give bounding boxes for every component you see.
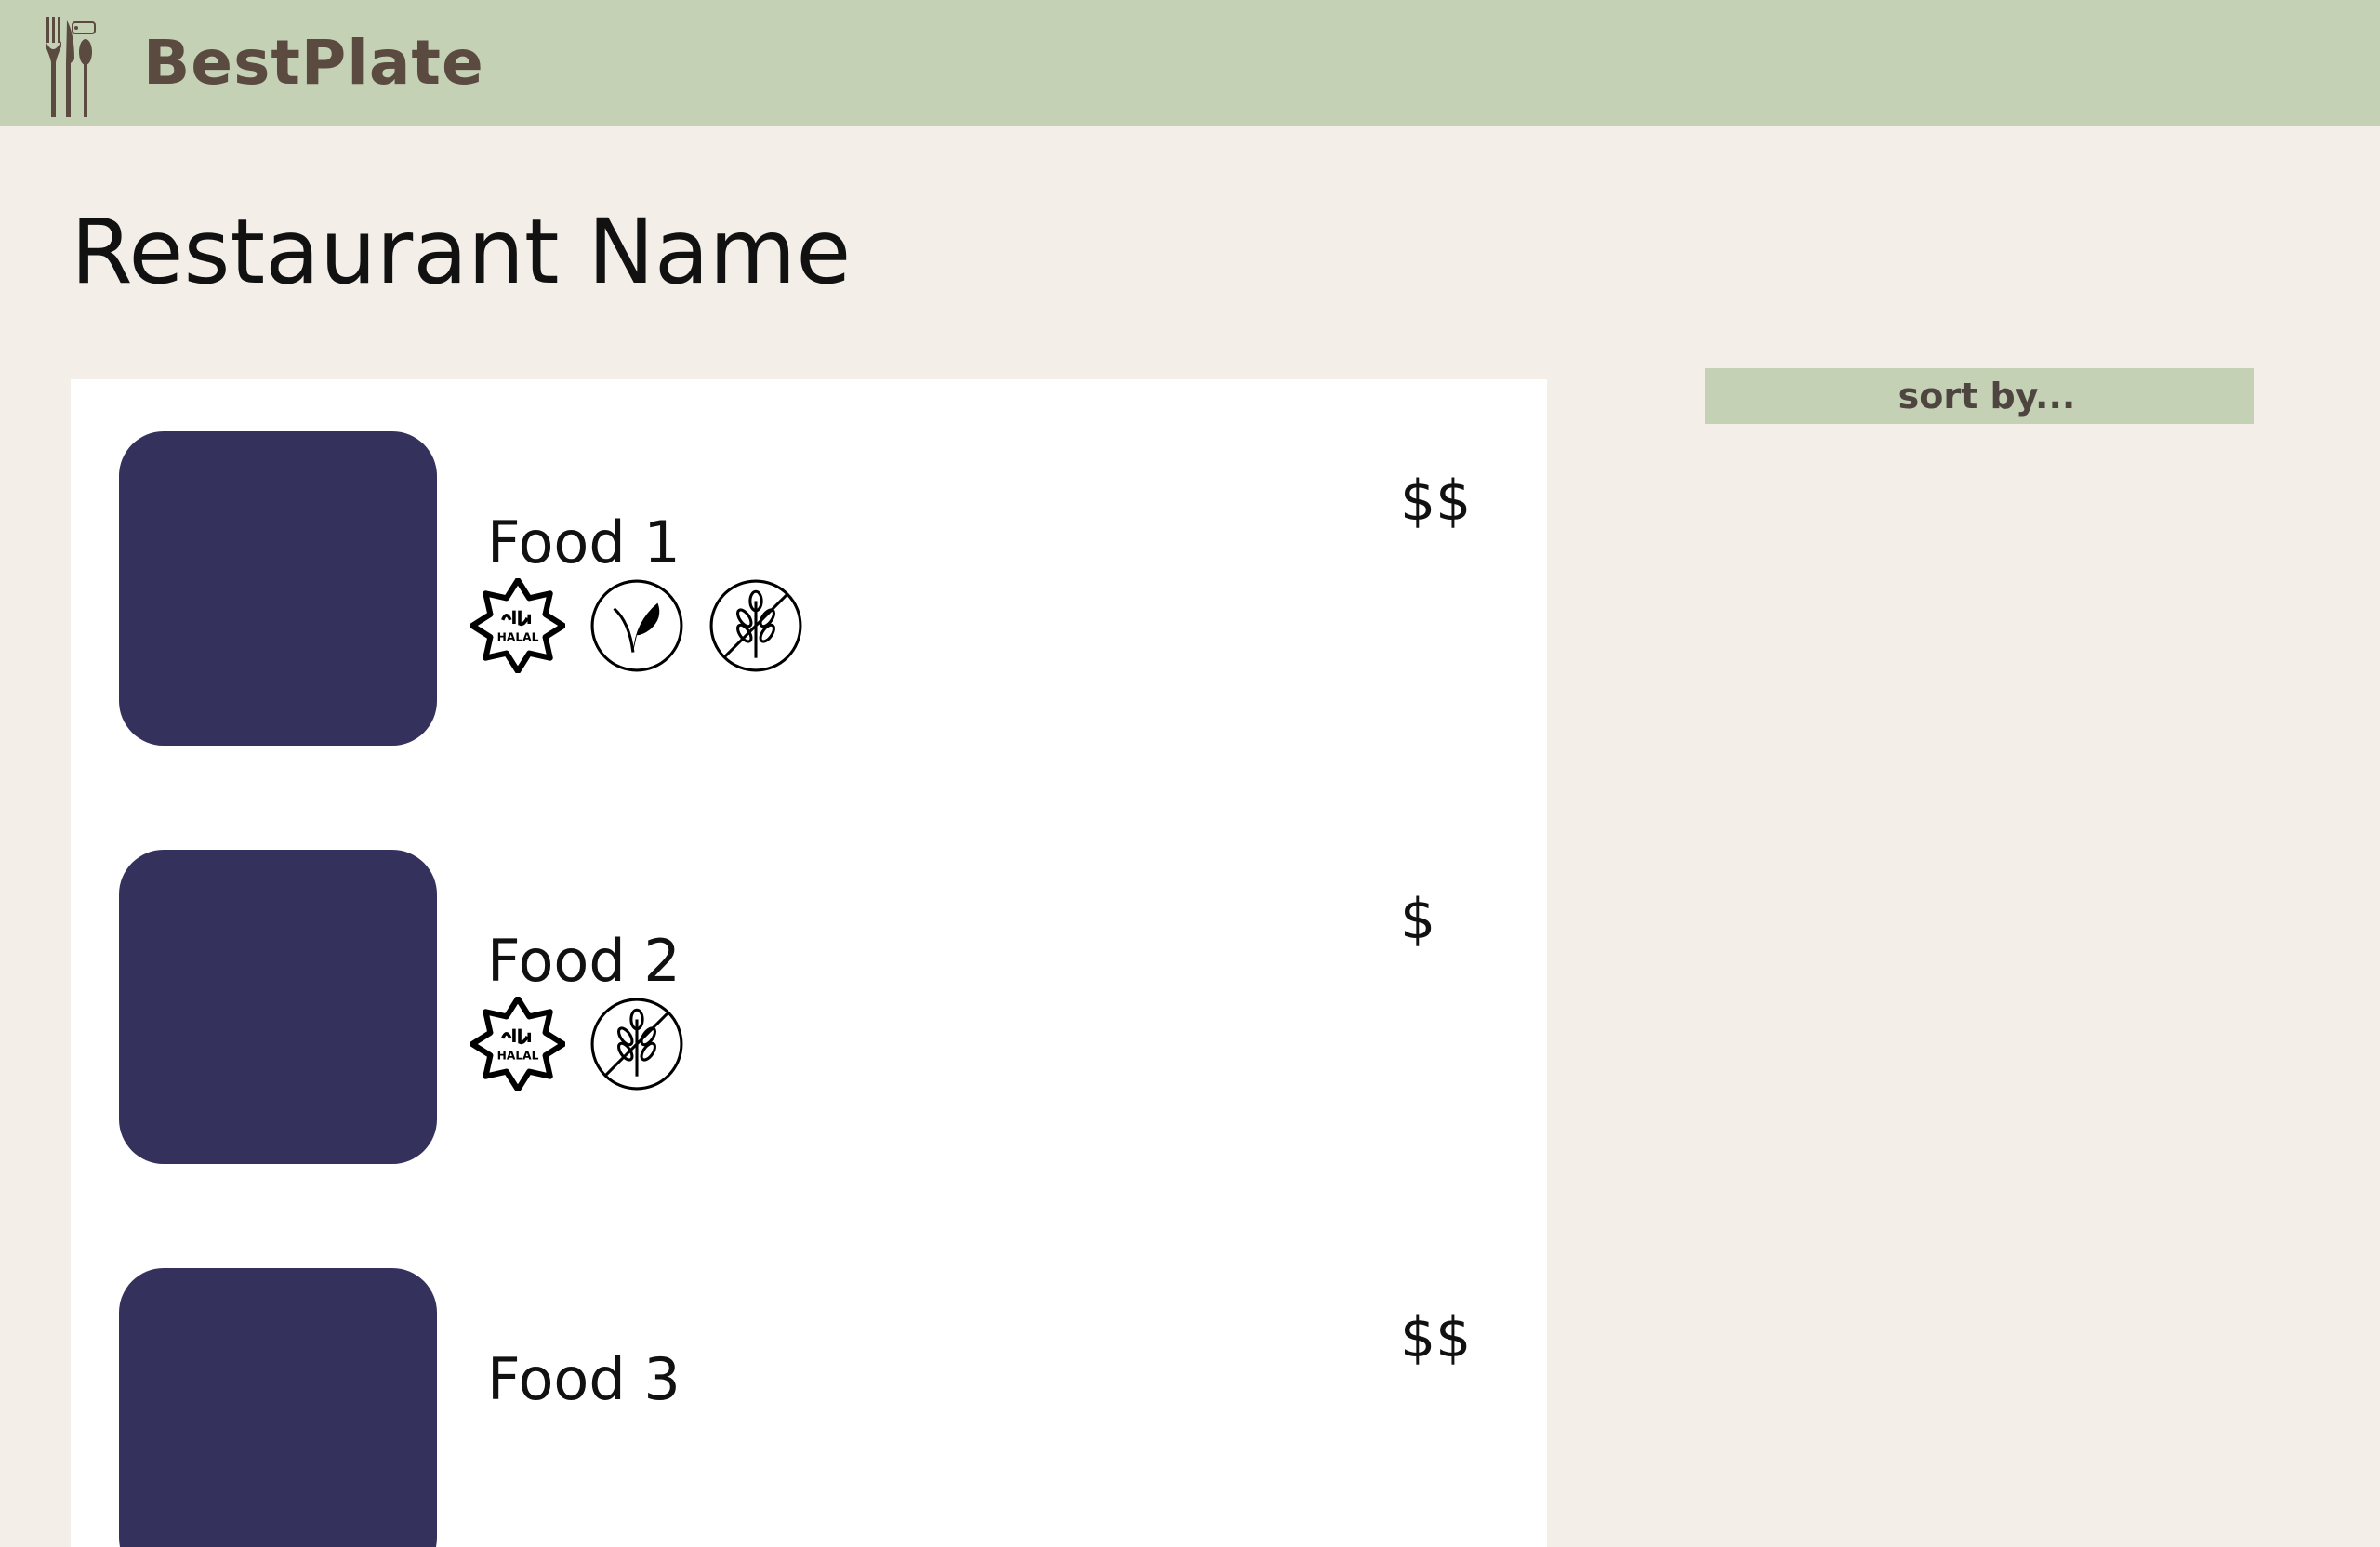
food-image[interactable] <box>119 1268 437 1547</box>
food-image[interactable] <box>119 850 437 1164</box>
price-level: $ <box>1400 887 1436 952</box>
fork-knife-spoon-icon[interactable] <box>43 15 99 119</box>
sort-dropdown[interactable]: sort by... <box>1705 368 2254 424</box>
svg-text:HALAL: HALAL <box>497 1049 539 1062</box>
halal-icon: HALAL <box>470 997 565 1091</box>
svg-text:HALAL: HALAL <box>497 630 539 643</box>
gluten-free-icon <box>709 579 802 672</box>
food-image[interactable] <box>119 431 437 746</box>
page-title: Restaurant Name <box>71 200 852 304</box>
gluten-free-icon <box>590 998 683 1091</box>
dietary-badges: HALAL <box>470 997 684 1091</box>
food-name[interactable]: Food 1 <box>487 509 681 576</box>
brand-name[interactable]: BestPlate <box>143 26 484 100</box>
menu-item[interactable]: Food 1 HALAL $$ <box>71 379 1547 746</box>
menu-item[interactable]: Food 3 $$ <box>71 1216 1547 1547</box>
price-level: $$ <box>1400 469 1472 534</box>
menu-item[interactable]: Food 2 HALAL $ <box>71 798 1547 1164</box>
top-nav-bar: BestPlate <box>0 0 2380 126</box>
menu-list: Food 1 HALAL $$ Food 2 HALAL $ Food 3 $$ <box>71 379 1547 1547</box>
halal-icon: HALAL <box>470 578 565 673</box>
price-level: $$ <box>1400 1305 1472 1370</box>
dietary-badges: HALAL <box>470 578 803 673</box>
food-name[interactable]: Food 3 <box>487 1346 681 1413</box>
food-name[interactable]: Food 2 <box>487 928 681 995</box>
vegan-icon <box>590 579 683 672</box>
